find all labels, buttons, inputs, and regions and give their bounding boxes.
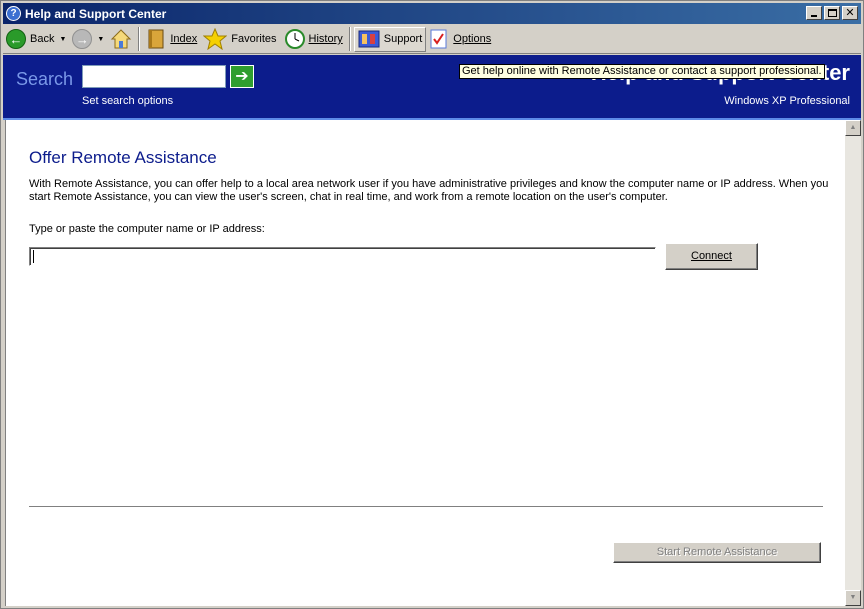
- scroll-up-button[interactable]: ▲: [845, 120, 861, 136]
- computer-name-input[interactable]: [29, 247, 656, 266]
- connect-button[interactable]: Connect: [665, 243, 758, 270]
- scroll-down-button[interactable]: ▼: [845, 590, 861, 606]
- chevron-down-icon[interactable]: ▼: [97, 36, 104, 43]
- history-clock-icon: [284, 29, 305, 49]
- minimize-icon: [811, 15, 817, 17]
- forward-arrow-icon: →: [72, 29, 93, 49]
- search-input[interactable]: [82, 65, 226, 88]
- title-bar[interactable]: ? Help and Support Center ✕: [3, 3, 861, 24]
- ip-field-label: Type or paste the computer name or IP ad…: [29, 223, 265, 235]
- maximize-icon: [828, 9, 837, 17]
- support-label: Support: [383, 33, 423, 45]
- index-button[interactable]: Index: [143, 27, 200, 52]
- options-button[interactable]: Options: [426, 27, 494, 52]
- search-go-button[interactable]: ➔: [230, 65, 254, 88]
- chevron-down-icon: ▼: [849, 594, 857, 601]
- toolbar: ← Back ▼ → ▼ Index Favorites History Sup…: [3, 25, 861, 54]
- forward-button[interactable]: → ▼: [69, 27, 107, 52]
- toolbar-separator: [348, 27, 351, 51]
- help-icon: ?: [6, 6, 21, 21]
- home-button[interactable]: [107, 27, 135, 52]
- chevron-up-icon: ▲: [849, 124, 857, 131]
- minimize-button[interactable]: [806, 6, 822, 20]
- support-tooltip: Get help online with Remote Assistance o…: [459, 64, 825, 79]
- chevron-down-icon[interactable]: ▼: [59, 36, 66, 43]
- vertical-scrollbar[interactable]: ▲ ▼: [845, 120, 861, 606]
- support-people-icon: [358, 30, 380, 48]
- back-arrow-icon: ←: [6, 29, 26, 49]
- back-button[interactable]: ← Back ▼: [3, 27, 69, 52]
- options-label: Options: [453, 33, 492, 45]
- history-label: History: [308, 33, 343, 45]
- close-button[interactable]: ✕: [842, 6, 858, 20]
- start-remote-assistance-button[interactable]: Start Remote Assistance: [613, 542, 821, 563]
- favorites-label: Favorites: [231, 33, 277, 45]
- options-checklist-icon: [430, 29, 447, 49]
- arrow-right-icon: ➔: [235, 68, 249, 85]
- favorites-button[interactable]: Favorites: [200, 27, 279, 52]
- close-icon: ✕: [845, 7, 855, 19]
- back-label: Back: [30, 33, 55, 45]
- brand-subtitle: Windows XP Professional: [724, 95, 850, 107]
- maximize-button[interactable]: [824, 6, 840, 20]
- set-search-options-link[interactable]: Set search options: [82, 95, 173, 107]
- divider: [29, 506, 823, 508]
- content-pane: Offer Remote Assistance With Remote Assi…: [5, 120, 845, 606]
- page-title: Offer Remote Assistance: [29, 148, 217, 167]
- star-icon: [203, 28, 228, 50]
- index-label: Index: [170, 33, 198, 45]
- search-label: Search: [16, 69, 74, 89]
- history-button[interactable]: History: [280, 27, 346, 52]
- page-description: With Remote Assistance, you can offer he…: [29, 178, 829, 203]
- home-icon: [111, 29, 132, 49]
- connect-label: Connect: [691, 250, 732, 262]
- window-controls: ✕: [804, 6, 858, 20]
- support-button[interactable]: Support: [353, 26, 427, 52]
- book-icon: [148, 29, 164, 49]
- toolbar-separator: [138, 27, 141, 51]
- help-support-window: ? Help and Support Center ✕ ← Back ▼ → ▼: [0, 0, 864, 609]
- window-title: Help and Support Center: [25, 6, 167, 21]
